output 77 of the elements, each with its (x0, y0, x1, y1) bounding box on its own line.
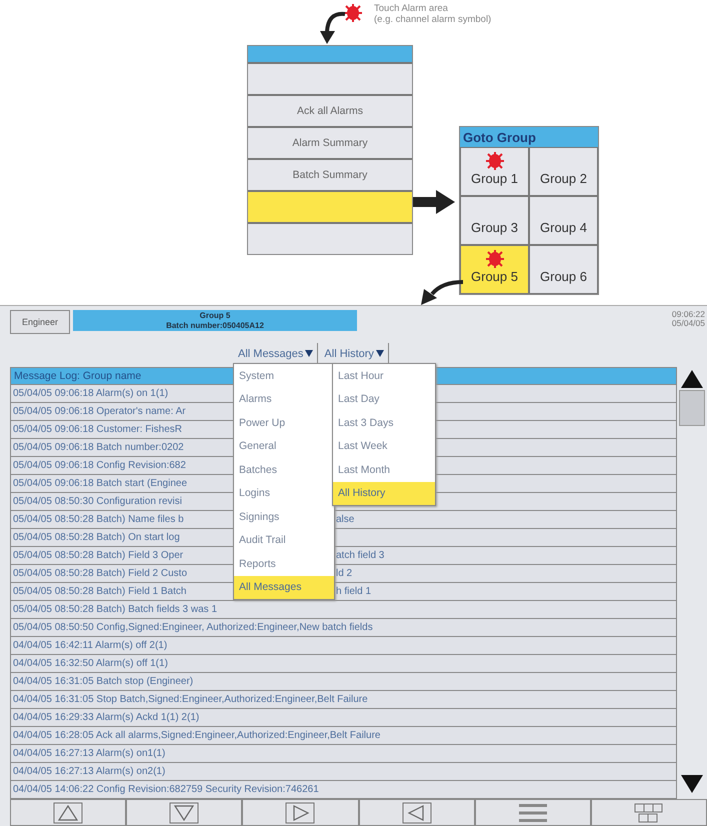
menu-icon (518, 802, 548, 822)
log-entry: alse (336, 514, 354, 525)
menu-option[interactable]: Last Month (333, 458, 435, 482)
menu-option[interactable]: All History (333, 482, 435, 505)
group-button[interactable]: Group 3 (460, 196, 529, 245)
group-button[interactable]: Group 5 (460, 245, 529, 294)
menu-option[interactable]: Reports (234, 552, 334, 576)
log-entry: 04/04/05 16:31:05 Stop Batch,Signed:Engineer,Authorized:Engineer,Belt Failure (13, 694, 368, 705)
log-entry: 05/04/05 08:50:28 Batch) Field 2 Custo (13, 568, 188, 579)
callout-text: (e.g. channel alarm symbol) (374, 14, 492, 25)
toolbar-button[interactable] (358, 799, 475, 826)
toolbar-button[interactable] (10, 799, 126, 826)
clock-time: 09:06:22 (672, 310, 705, 319)
panel-title: Goto Group (460, 127, 598, 147)
group-button[interactable]: Group 6 (529, 245, 598, 294)
log-entry: 05/04/05 08:50:28 Batch) Field 1 Batch (13, 586, 186, 597)
scroll-down-icon[interactable] (681, 775, 703, 793)
menu-option[interactable]: System (234, 364, 334, 388)
toolbar-button[interactable] (242, 799, 359, 826)
menu-item[interactable]: Alarm Summary (248, 126, 412, 158)
log-entry: 04/04/05 16:29:33 Alarm(s) Ackd 1(1) 2(1) (13, 712, 200, 723)
menu-item[interactable] (248, 190, 412, 222)
log-entry: atch field 3 (336, 550, 384, 561)
menu-option[interactable]: Alarms (234, 388, 334, 411)
log-entry: 05/04/05 08:50:30 Configuration revisi (13, 496, 182, 507)
log-entry: 05/04/05 09:06:18 Alarm(s) on 1(1) (13, 388, 168, 399)
banner-title: Group 5 (200, 311, 230, 320)
alarm-icon (342, 3, 364, 23)
log-entry: 04/04/05 16:27:13 Alarm(s) on1(1) (13, 748, 166, 759)
log-entry: 05/04/05 09:06:18 Operator's name: Ar (13, 406, 186, 417)
log-entry: 04/04/05 16:42:11 Alarm(s) off 2(1) (13, 640, 168, 651)
menu-option[interactable]: Logins (234, 482, 334, 505)
log-entry: 04/04/05 16:27:13 Alarm(s) on2(1) (13, 766, 166, 777)
log-entry: 05/04/05 08:50:28 Batch) On start log (13, 532, 180, 543)
group-button[interactable]: Group 1 (460, 147, 529, 196)
caret-icon (305, 350, 314, 357)
log-entry: 05/04/05 08:50:50 Config,Signed:Engineer, Authorized:Engineer,New batch fields (13, 622, 373, 633)
log-entry: 04/04/05 16:32:50 Alarm(s) off 1(1) (13, 658, 168, 669)
callout-text: Touch Alarm area (374, 3, 449, 14)
user-button[interactable]: Engineer (10, 310, 70, 334)
toolbar-button[interactable] (590, 799, 707, 826)
scroll-up-icon[interactable] (681, 370, 703, 388)
menu-option[interactable]: Last 3 Days (333, 411, 435, 434)
log-entry: 04/04/05 16:31:05 Batch stop (Engineer) (13, 676, 194, 687)
menu-option[interactable]: Audit Trail (234, 528, 334, 552)
menu-option[interactable]: Power Up (234, 411, 334, 434)
right-arrow (413, 190, 455, 214)
log-entry: 05/04/05 08:50:28 Batch) Batch fields 3 was 1 (13, 604, 218, 615)
menu-option[interactable]: Last Week (333, 434, 435, 458)
caret-icon (376, 350, 384, 357)
curved-arrow (320, 12, 346, 44)
log-entry: 04/04/05 14:06:22 Config Revision:682759 Security Revision:746261 (13, 784, 319, 795)
toolbar-button[interactable] (474, 799, 591, 826)
log-entry: 05/04/05 08:50:28 Batch) Field 3 Oper (13, 550, 184, 561)
log-entry: ld 2 (336, 568, 352, 579)
log-entry: 05/04/05 09:06:18 Config Revision:682 (13, 460, 186, 471)
menu-option[interactable]: All Messages (234, 576, 334, 599)
curved-arrow (421, 280, 464, 305)
menu-option[interactable]: Last Hour (333, 364, 435, 388)
toolbar-button[interactable] (126, 799, 242, 826)
menu-option[interactable]: General (234, 434, 334, 458)
clock-date: 05/04/05 (672, 319, 705, 328)
menu-option[interactable]: Signings (234, 505, 334, 528)
log-entry: 05/04/05 09:06:18 Customer: FishesR (13, 424, 182, 435)
log-entry: 05/04/05 09:06:18 Batch start (Enginee (13, 478, 188, 489)
group-button[interactable]: Group 2 (529, 147, 598, 196)
scroll-thumb[interactable] (679, 390, 705, 426)
log-entry: 05/04/05 08:50:28 Batch) Name files b (13, 514, 184, 525)
grid-icon (634, 802, 664, 822)
menu-item[interactable]: Ack all Alarms (248, 94, 412, 126)
menu-option[interactable]: Batches (234, 458, 334, 482)
group-button[interactable]: Group 4 (529, 196, 598, 245)
log-entry: 05/04/05 09:06:18 Batch number:0202 (13, 442, 184, 453)
menu-option[interactable]: Last Day (333, 388, 435, 411)
batch-number: Batch number:050405A12 (166, 320, 264, 330)
log-entry: h field 1 (336, 586, 372, 597)
log-entry: 04/04/05 16:28:05 Ack all alarms,Signed:Engineer,Authorized:Engineer,Belt Failure (13, 730, 380, 741)
